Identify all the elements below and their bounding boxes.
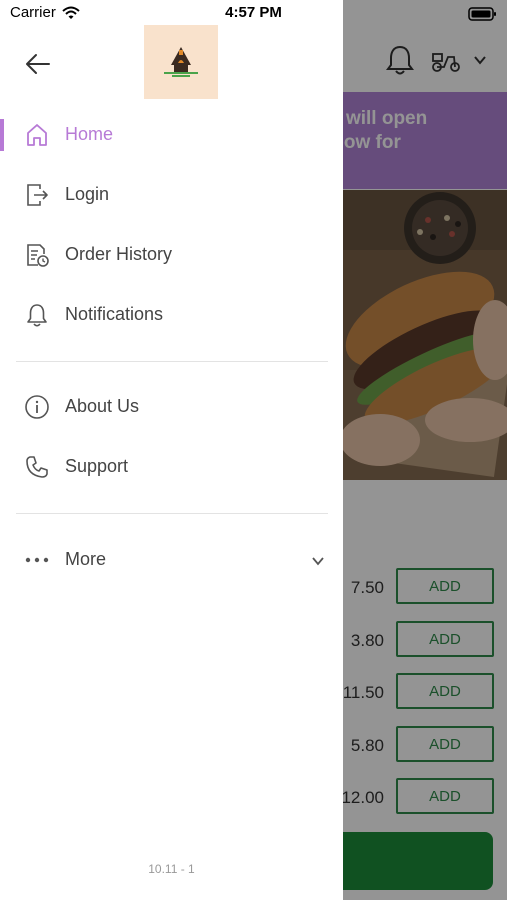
phone-icon [26,456,48,478]
menu-item-home[interactable]: Home [0,110,343,160]
login-icon [27,184,48,206]
menu-item-support[interactable]: Support [0,442,343,492]
menu-item-more[interactable]: More [0,535,343,585]
app-version: 10.11 - 1 [148,862,195,876]
menu-label-login: Login [65,184,110,204]
status-time: 4:57 PM [225,4,282,21]
more-dots-icon [25,557,49,563]
info-icon [25,395,49,419]
menu-label-support: Support [65,456,129,476]
chevron-down-icon[interactable] [310,553,326,569]
house-logo-icon [164,47,198,77]
bell-icon [27,304,47,327]
side-drawer: Carrier Home Login Order History Notific… [0,0,343,900]
menu-label-more: More [65,549,107,569]
menu-divider [16,361,328,362]
menu-divider [16,513,328,514]
menu-label-order-history: Order History [65,244,173,264]
home-icon [27,124,47,146]
order-history-icon [27,244,49,267]
menu-label-notifications: Notifications [65,304,164,324]
menu-item-about-us[interactable]: About Us [0,382,343,432]
menu-label-home: Home [65,124,114,144]
active-indicator [0,119,4,151]
menu-label-about-us: About Us [65,396,140,416]
menu-item-order-history[interactable]: Order History [0,230,343,280]
menu-item-notifications[interactable]: Notifications [0,290,343,340]
menu-item-login[interactable]: Login [0,170,343,220]
back-arrow-icon[interactable] [24,50,52,78]
restaurant-logo [144,25,218,99]
